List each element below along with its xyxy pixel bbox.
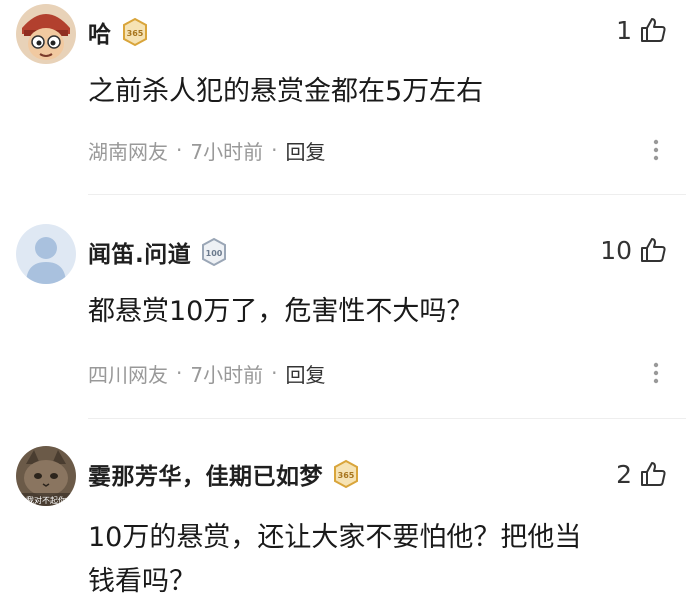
separator-dot: · (271, 361, 278, 385)
more-options-icon[interactable] (652, 135, 660, 165)
default-person-avatar-icon (16, 224, 76, 284)
comment-meta: 四川网友 · 7小时前 · 回复 (88, 358, 325, 388)
level-badge-icon: 365 (120, 17, 150, 47)
separator-dot: · (176, 361, 183, 385)
like-count: 10 (600, 235, 632, 265)
like-count: 1 (616, 15, 632, 45)
reply-button[interactable]: 回复 (285, 359, 325, 388)
cartoon-boy-avatar-icon (16, 4, 76, 64)
like-button[interactable]: 2 (616, 454, 668, 494)
timestamp: 7小时前 (190, 139, 264, 164)
like-button[interactable]: 1 (616, 10, 668, 50)
comment-text-line: 钱看吗？ (88, 566, 196, 597)
level-badge-icon: 365 (331, 459, 361, 489)
location: 四川网友 (88, 362, 168, 387)
username[interactable]: 闻笛.问道 (88, 235, 191, 269)
comment-item: 闻笛.问道 100 10 都悬赏10万了，危害性不大吗？ 四川网友 · 7小时前… (0, 220, 686, 410)
like-count: 2 (616, 459, 632, 489)
location: 湖南网友 (88, 139, 168, 164)
divider (88, 418, 686, 419)
comment-item: 我对不起你 霎那芳华，佳期已如梦 365 2 10万的悬赏，还让大家不要怕他？把… (0, 442, 686, 615)
badge-label: 365 (126, 29, 143, 38)
avatar-caption: 我对不起你 (26, 495, 66, 505)
avatar[interactable] (16, 224, 76, 284)
comment-meta: 湖南网友 · 7小时前 · 回复 (88, 135, 325, 165)
divider (88, 194, 686, 195)
cat-meme-avatar-icon: 我对不起你 (16, 446, 76, 506)
avatar[interactable] (16, 4, 76, 64)
username[interactable]: 哈 (88, 15, 112, 49)
thumbs-up-icon[interactable] (638, 15, 668, 45)
like-button[interactable]: 10 (600, 230, 668, 270)
separator-dot: · (271, 138, 278, 162)
username[interactable]: 霎那芳华，佳期已如梦 (88, 457, 323, 491)
avatar[interactable]: 我对不起你 (16, 446, 76, 506)
separator-dot: · (176, 138, 183, 162)
reply-button[interactable]: 回复 (285, 136, 325, 165)
badge-label: 100 (206, 249, 223, 258)
timestamp: 7小时前 (190, 362, 264, 387)
comment-text: 10万的悬赏，还让大家不要怕他？把他当 钱看吗？ (88, 516, 658, 604)
thumbs-up-icon[interactable] (638, 235, 668, 265)
more-options-icon[interactable] (652, 358, 660, 388)
thumbs-up-icon[interactable] (638, 459, 668, 489)
comment-item: 哈 365 1 之前杀人犯的悬赏金都在5万左右 湖南网友 · 7小时前 · 回复 (0, 0, 686, 190)
comment-text-line: 10万的悬赏，还让大家不要怕他？把他当 (88, 522, 582, 553)
comment-text: 都悬赏10万了，危害性不大吗？ (88, 296, 474, 327)
comment-text: 之前杀人犯的悬赏金都在5万左右 (88, 76, 484, 107)
badge-label: 365 (338, 471, 355, 480)
level-badge-icon: 100 (199, 237, 229, 267)
